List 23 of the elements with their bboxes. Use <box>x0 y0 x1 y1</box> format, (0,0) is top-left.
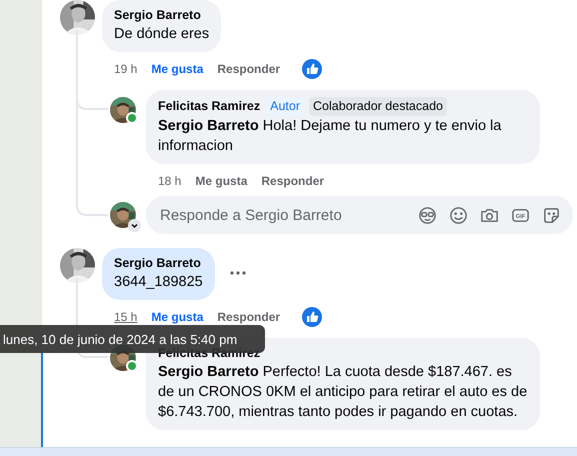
like-button[interactable]: Me gusta <box>151 62 204 76</box>
more-icon[interactable] <box>228 270 247 276</box>
emoji-icon[interactable] <box>449 206 468 224</box>
reply-button[interactable]: Responder <box>217 310 280 324</box>
role-badge: Autor <box>266 97 304 116</box>
timestamp[interactable]: 15 h <box>114 310 138 324</box>
reply-button[interactable]: Responder <box>217 62 280 76</box>
comment-text: 3644_189825 <box>114 273 203 292</box>
like-button[interactable]: Me gusta <box>195 174 248 188</box>
timestamp[interactable]: 18 h <box>158 174 182 188</box>
author-name: Sergio Barreto <box>114 7 202 24</box>
author-name: Felicitas Ramirez <box>158 98 260 115</box>
reply-button[interactable]: Responder <box>261 174 324 188</box>
like-button[interactable]: Me gusta <box>151 310 204 324</box>
reply-text: Sergio Barreto Perfecto! La cuota desde $187.467. es de un CRONOS 0KM el anticipo para retirar el auto es de $6.743.700, mientras tanto podes ir pagando en cuotas. <box>158 363 528 422</box>
chevron-down-icon[interactable] <box>128 219 141 232</box>
role-badge: Colaborador destacado <box>309 97 447 116</box>
sunglasses-face-icon[interactable] <box>418 206 437 224</box>
comment-text: De dónde eres <box>114 25 210 44</box>
reply-text: Sergio Barreto Hola! Dejame tu numero y te envio la informacion <box>158 117 502 156</box>
timestamp[interactable]: 19 h <box>114 62 138 76</box>
author-name: Sergio Barreto <box>114 255 202 272</box>
sticker-icon[interactable] <box>542 206 561 224</box>
